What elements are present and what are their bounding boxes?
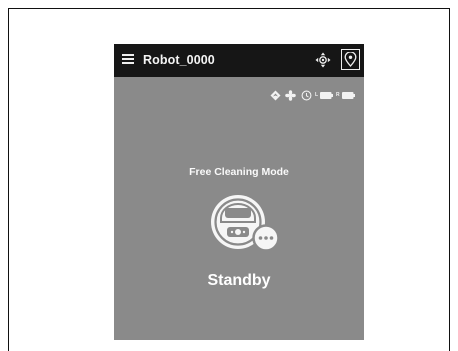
location-button[interactable] [341, 49, 360, 70]
location-pin-icon [344, 52, 357, 67]
battery-left-icon [320, 92, 333, 99]
battery-right-label: R [336, 92, 340, 98]
battery-right-icon [342, 92, 355, 99]
robot-name: Robot_0000 [143, 53, 215, 67]
navigation-icon [270, 90, 281, 101]
cleaning-mode-label: Free Cleaning Mode [189, 166, 289, 178]
status-icons: L R [270, 90, 362, 102]
menu-icon[interactable] [122, 54, 134, 64]
phone-screen: Robot_0000 L R Free Cleaning Mode Standb… [114, 44, 364, 340]
robot-status-button[interactable] [208, 192, 288, 258]
move-control-icon[interactable] [315, 52, 331, 68]
robot-vacuum-icon [211, 195, 280, 252]
fan-icon [285, 90, 296, 101]
timer-icon [301, 90, 312, 101]
app-top-bar: Robot_0000 [114, 44, 364, 77]
robot-state-label: Standby [207, 272, 271, 289]
battery-left-label: L [315, 92, 319, 98]
